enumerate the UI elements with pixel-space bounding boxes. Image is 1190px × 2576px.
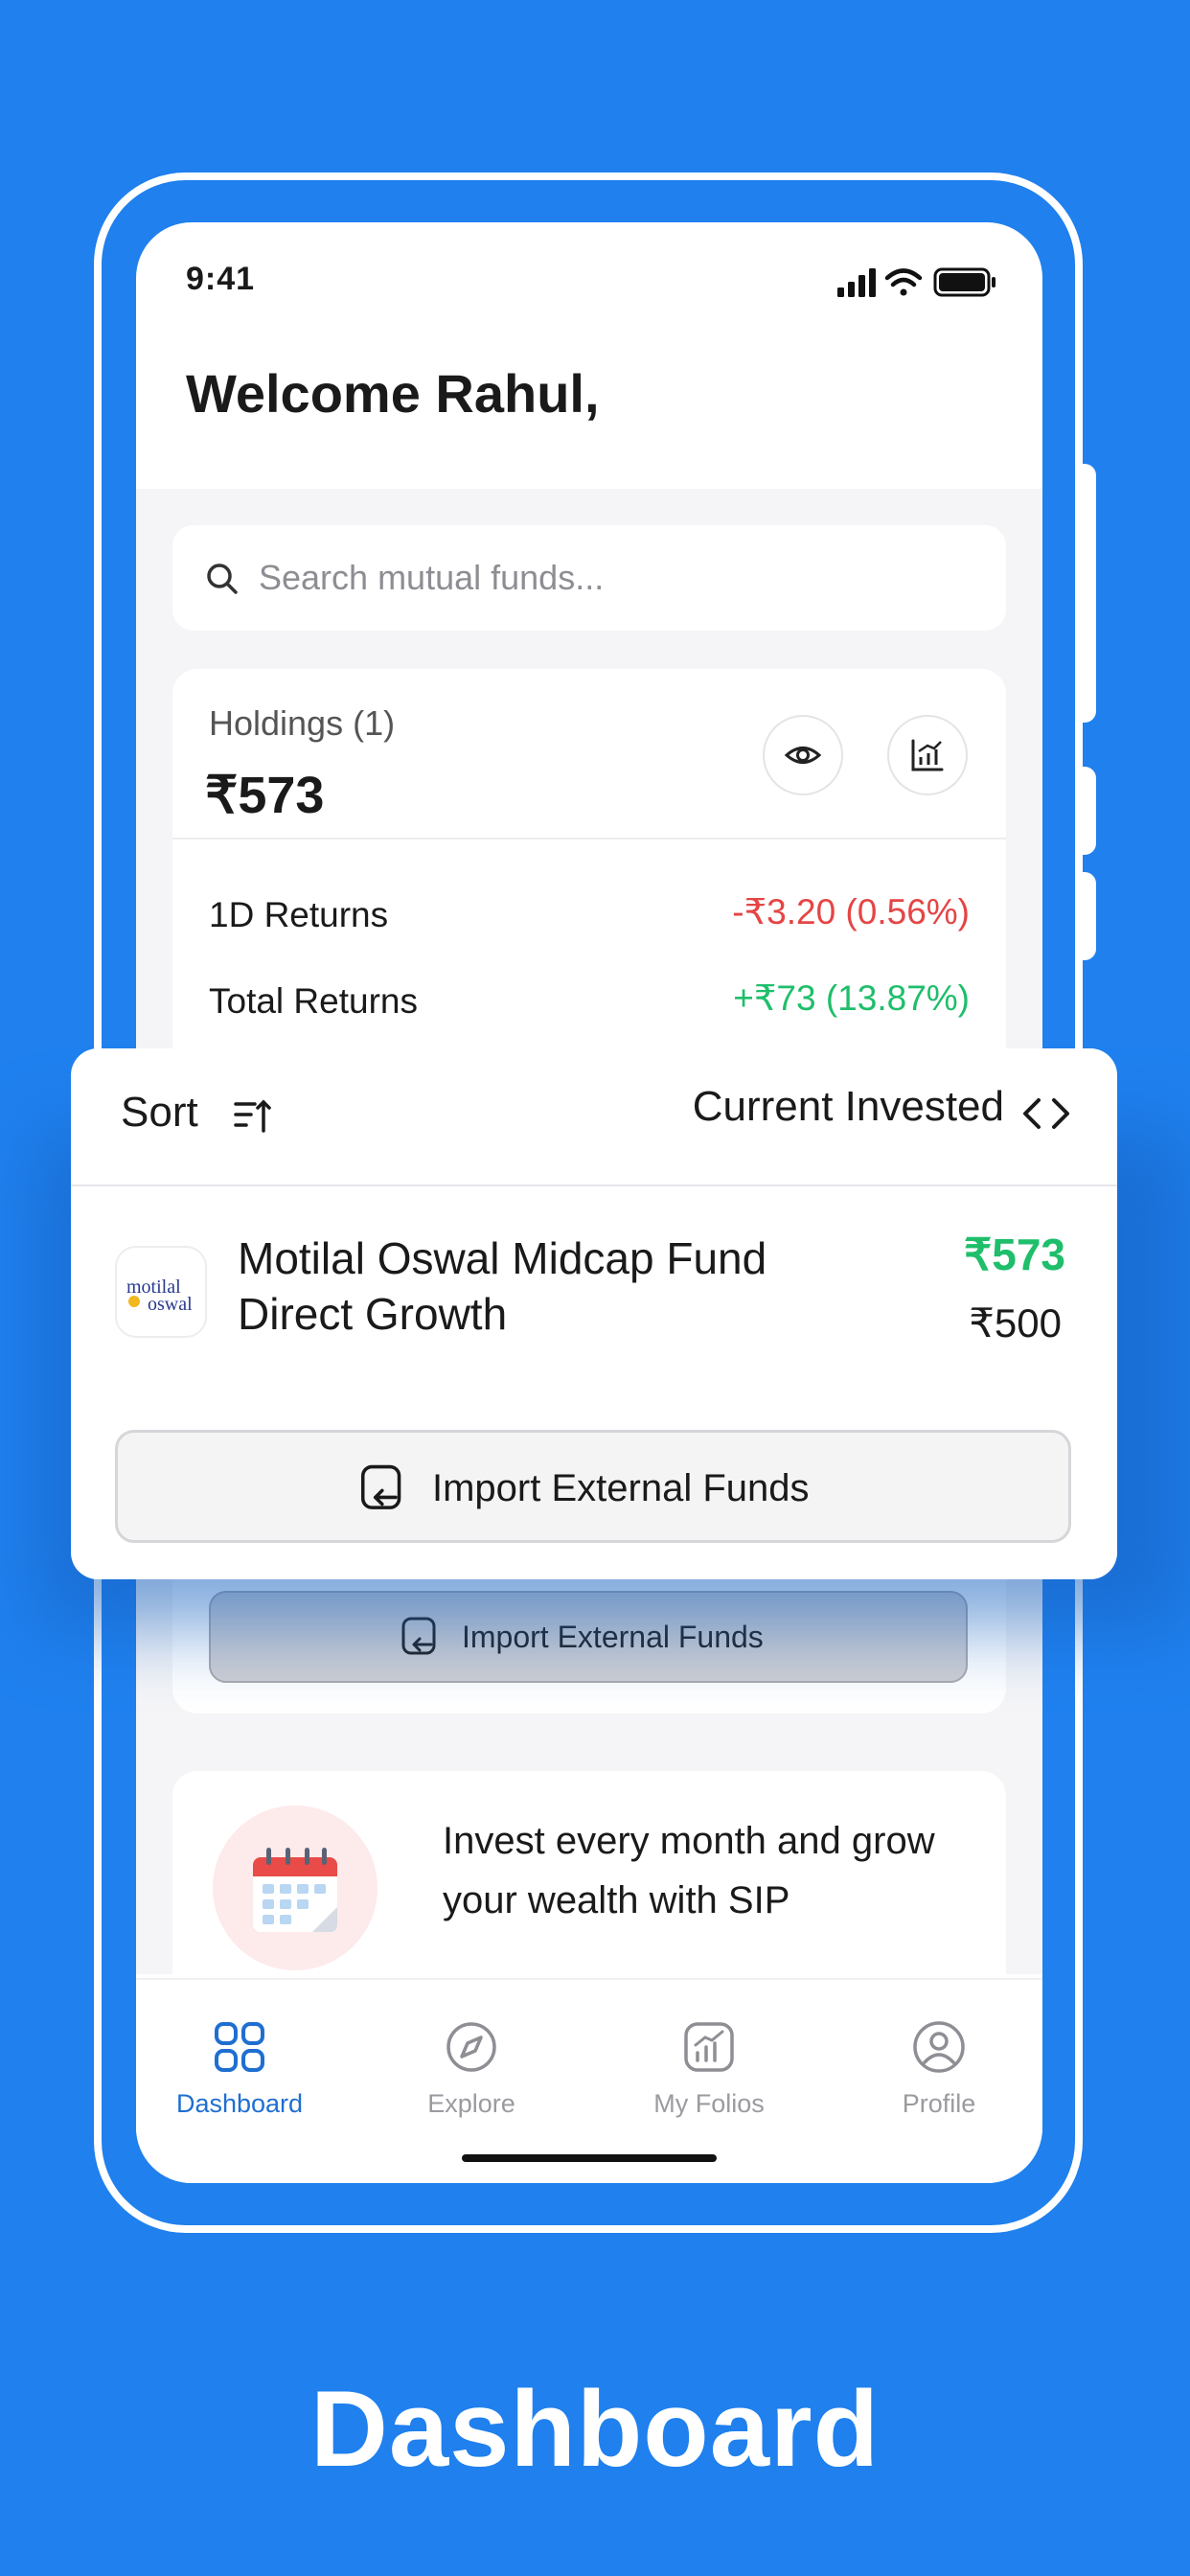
folio-chart-icon	[684, 2022, 734, 2072]
tab-dashboard-label: Dashboard	[175, 2089, 304, 2118]
search-input[interactable]: Search mutual funds...	[172, 525, 1006, 631]
signal-icon	[837, 268, 876, 297]
fund-logo-text-line2: oswal	[148, 1294, 193, 1315]
phone-side-button	[1083, 767, 1096, 855]
grid-icon	[215, 2022, 264, 2072]
import-label: Import External Funds	[432, 1467, 810, 1509]
welcome-heading: Welcome Rahul,	[186, 363, 600, 424]
tab-my-folios-label: My Folios	[653, 2089, 765, 2118]
list-header-divider	[71, 1184, 1117, 1186]
returns-1d-label: 1D Returns	[209, 895, 389, 934]
compass-icon	[446, 2022, 496, 2072]
toggle-visibility-button[interactable]	[763, 715, 843, 795]
import-icon	[360, 1464, 401, 1509]
bottom-tab-bar: Dashboard Explore My Folios Profile	[136, 1978, 1042, 2183]
calendar-icon	[253, 1848, 337, 1932]
home-indicator	[462, 2154, 717, 2162]
battery-icon	[933, 267, 995, 297]
footer-title: Dashboard	[310, 2369, 880, 2489]
user-icon	[913, 2021, 965, 2073]
search-placeholder: Search mutual funds...	[259, 558, 605, 597]
view-toggle-label[interactable]: Current Invested	[693, 1083, 1004, 1131]
sort-label[interactable]: Sort	[121, 1089, 198, 1137]
tab-profile[interactable]: Profile	[843, 2018, 1035, 2119]
fund-logo-dot	[128, 1296, 140, 1307]
fund-name[interactable]: Motilal Oswal Midcap Fund Direct Growth	[238, 1230, 851, 1342]
tab-profile-label: Profile	[902, 2089, 976, 2118]
tab-explore[interactable]: Explore	[376, 2018, 567, 2119]
chevron-left-icon[interactable]	[1019, 1094, 1044, 1133]
holdings-label: Holdings (1)	[209, 703, 396, 743]
holdings-value: ₹573	[205, 767, 325, 824]
fund-invested-value: ₹500	[969, 1300, 1062, 1346]
holdings-list-popout: Sort Current Invested motilal oswal Moti…	[71, 1048, 1117, 1579]
holdings-divider	[172, 838, 1006, 840]
calendar-illustration	[213, 1806, 378, 1970]
fund-logo: motilal oswal	[115, 1246, 207, 1338]
tab-dashboard[interactable]: Dashboard	[144, 2018, 335, 2119]
returns-1d-value: -₹3.20 (0.56%)	[732, 892, 970, 932]
analytics-button[interactable]	[887, 715, 968, 795]
tab-explore-label: Explore	[427, 2089, 515, 2118]
returns-total-value: +₹73 (13.87%)	[733, 978, 970, 1018]
search-icon	[207, 564, 238, 594]
wifi-icon	[884, 268, 923, 296]
sip-banner-text: Invest every month and grow your wealth …	[443, 1820, 935, 1921]
tab-my-folios[interactable]: My Folios	[613, 2018, 805, 2119]
chevron-right-icon[interactable]	[1048, 1094, 1073, 1133]
chart-icon	[911, 739, 944, 771]
status-icons	[837, 267, 995, 297]
eye-icon	[784, 747, 822, 764]
status-time: 9:41	[186, 261, 256, 297]
sort-icon[interactable]	[232, 1094, 274, 1137]
fund-current-value: ₹573	[963, 1230, 1065, 1279]
returns-total-label: Total Returns	[209, 981, 418, 1021]
import-external-funds-button[interactable]: Import External Funds	[115, 1430, 1071, 1543]
phone-side-button	[1083, 872, 1096, 960]
phone-side-button	[1083, 464, 1096, 723]
